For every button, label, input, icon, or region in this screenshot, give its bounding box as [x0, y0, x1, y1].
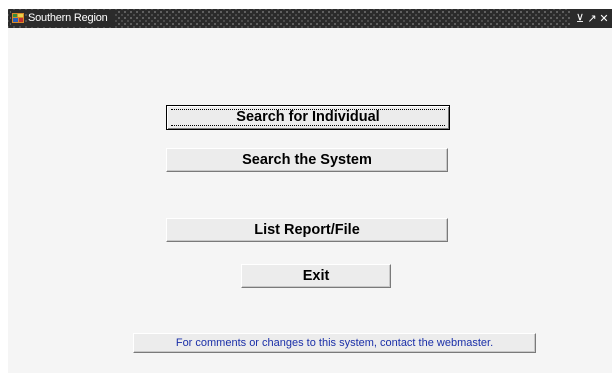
window-title: Southern Region	[28, 10, 114, 27]
title-bar[interactable]: Southern Region ⊻ ↗ ✕	[8, 9, 612, 28]
app-icon	[11, 11, 25, 25]
maximize-icon[interactable]: ↗	[586, 9, 598, 28]
search-individual-button[interactable]: Search for Individual	[166, 105, 450, 130]
list-report-button[interactable]: List Report/File	[166, 218, 448, 242]
search-system-label: Search the System	[242, 152, 372, 168]
close-icon[interactable]: ✕	[598, 9, 610, 28]
exit-label: Exit	[302, 268, 330, 284]
contact-webmaster-label: For comments or changes to this system, …	[175, 337, 494, 349]
contact-webmaster-button[interactable]: For comments or changes to this system, …	[133, 333, 536, 353]
window-controls: ⊻ ↗ ✕	[570, 9, 612, 28]
search-system-button[interactable]: Search the System	[166, 148, 448, 172]
search-individual-label: Search for Individual	[236, 109, 380, 125]
main-panel: Search for Individual Search the System …	[8, 28, 612, 373]
app-window: Southern Region ⊻ ↗ ✕ Search for Individ…	[8, 9, 612, 373]
exit-button[interactable]: Exit	[241, 264, 391, 288]
list-report-label: List Report/File	[254, 222, 360, 238]
minimize-icon[interactable]: ⊻	[574, 9, 586, 28]
